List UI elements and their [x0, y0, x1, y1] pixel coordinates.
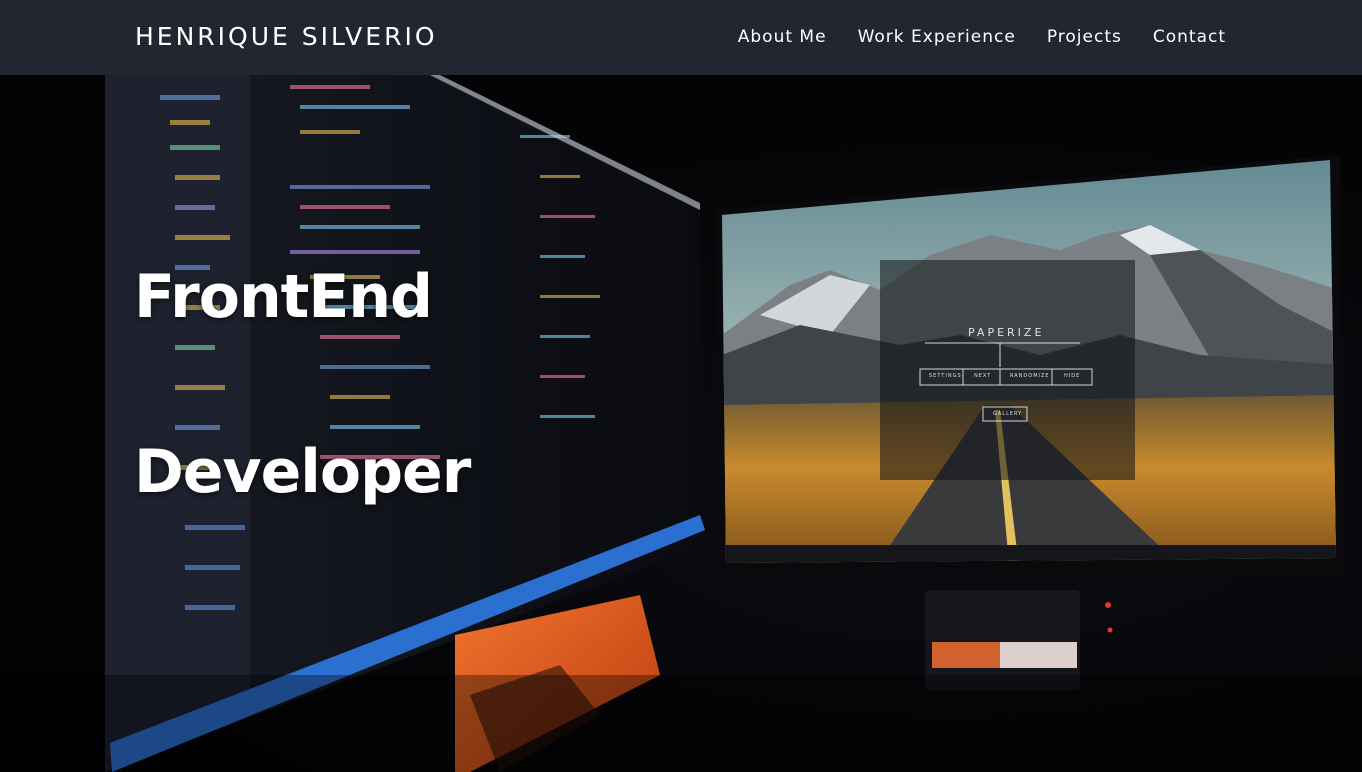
hero-title-line-2: Developer	[134, 437, 471, 507]
nav-link-contact[interactable]: Contact	[1153, 27, 1226, 47]
nav-link-work-experience[interactable]: Work Experience	[858, 27, 1016, 47]
hero-background-image	[0, 75, 1362, 772]
brand-logo-link[interactable]: HENRIQUE SILVERIO	[135, 22, 438, 51]
main-nav: About Me Work Experience Projects Contac…	[707, 27, 1226, 47]
paperize-next-button: NEXT	[974, 373, 992, 379]
nav-link-projects[interactable]: Projects	[1047, 27, 1122, 47]
paperize-title: PAPERIZE	[968, 326, 1045, 339]
paperize-settings-button: SETTINGS	[929, 373, 962, 379]
paperize-hide-button: HIDE	[1064, 373, 1081, 379]
page: HENRIQUE SILVERIO About Me Work Experien…	[0, 0, 1362, 772]
hero-section: PAPERIZE SETTINGS NEXT RANDOMIZE HIDE GA…	[0, 75, 1362, 772]
paperize-randomize-button: RANDOMIZE	[1010, 373, 1050, 379]
right-monitor-screen	[722, 160, 1336, 563]
hero-title-line-1: FrontEnd	[134, 262, 433, 332]
top-navbar: HENRIQUE SILVERIO About Me Work Experien…	[0, 0, 1362, 75]
nav-link-about-me[interactable]: About Me	[738, 27, 827, 47]
paperize-gallery-button: GALLERY	[993, 411, 1023, 417]
